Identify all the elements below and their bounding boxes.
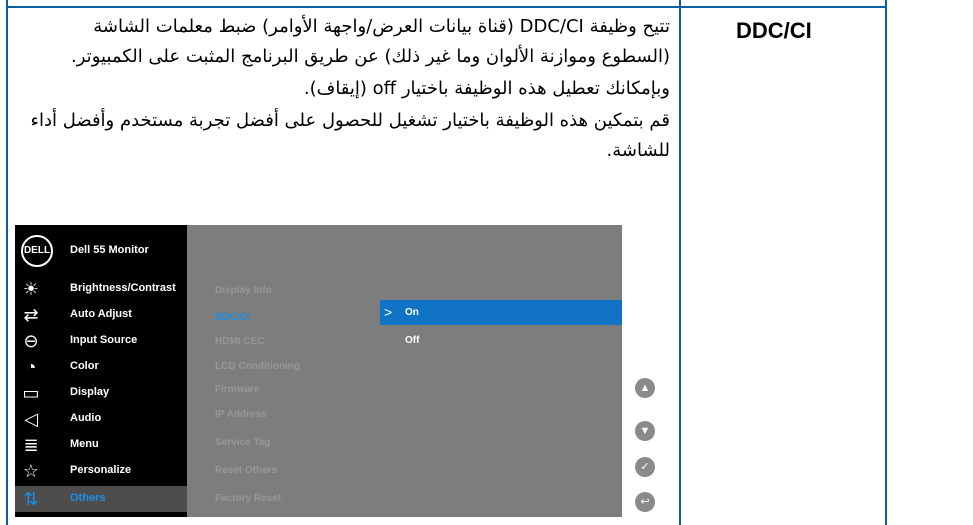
menu-item-brightness-contrast[interactable]: ☀ Brightness/Contrast xyxy=(15,276,187,302)
monitor-model: Dell 55 Monitor xyxy=(70,244,149,256)
menu-item-label: Others xyxy=(70,492,106,504)
submenu-item-reset-others[interactable]: Reset Others xyxy=(215,465,277,476)
menu-item-input-source[interactable]: ⊖ Input Source xyxy=(15,328,187,354)
menu-item-label: Audio xyxy=(70,412,102,424)
menu-item-display[interactable]: ▭ Display xyxy=(15,380,187,406)
menu-item-others[interactable]: ⇅ Others xyxy=(15,486,187,512)
term-label: DDC/CI xyxy=(736,18,812,43)
menu-item-label: Menu xyxy=(70,438,99,450)
menu-item-label: Color xyxy=(70,360,99,372)
menu-item-menu[interactable]: ≣ Menu xyxy=(15,432,187,458)
display-icon: ▭ xyxy=(22,383,40,403)
chevron-up-icon[interactable]: ▲ xyxy=(635,378,655,398)
submenu-item-factory-reset[interactable]: Factory Reset xyxy=(215,493,281,504)
submenu-item-lcd-conditioning[interactable]: LCD Conditioning xyxy=(215,361,300,372)
table-border-middle xyxy=(679,0,681,525)
option-label: Off xyxy=(405,335,420,346)
menu-item-label: Display xyxy=(70,386,110,398)
submenu-item-ddc-ci[interactable]: DDC/CI xyxy=(215,312,249,323)
menu-item-label: Personalize xyxy=(70,464,132,476)
menu-item-color[interactable]: ◔ Color xyxy=(15,354,187,380)
menu-icon: ≣ xyxy=(23,435,39,455)
dell-logo: DELL xyxy=(21,235,53,267)
submenu-item-service-tag[interactable]: Service Tag xyxy=(215,437,270,448)
submenu-item-firmware[interactable]: Firmware xyxy=(215,384,259,395)
osd-menu-screenshot: DELL Dell 55 Monitor ☀ Brightness/Contra… xyxy=(15,225,655,517)
table-border-left xyxy=(6,0,8,525)
table-border-right xyxy=(885,0,887,525)
chevron-right-icon: > xyxy=(384,304,393,320)
menu-item-personalize[interactable]: ☆ Personalize xyxy=(15,458,187,484)
star-icon: ☆ xyxy=(22,461,40,481)
osd-main-menu: DELL Dell 55 Monitor ☀ Brightness/Contra… xyxy=(15,225,187,517)
description-paragraph: قم بتمكين هذه الوظيفة باختيار تشغيل للحص… xyxy=(30,110,671,161)
input-source-icon: ⊖ xyxy=(23,331,39,351)
auto-adjust-icon: ⇄ xyxy=(23,305,39,325)
menu-item-label: Brightness/Contrast xyxy=(70,282,176,294)
description-text: تتيح وظيفة DDC/CI (قناة بيانات العرض/واج… xyxy=(20,12,671,168)
back-icon[interactable]: ↩ xyxy=(635,492,655,512)
menu-item-audio[interactable]: ◁ Audio xyxy=(15,406,187,432)
table-border-top xyxy=(6,6,887,8)
submenu-item-ip-address[interactable]: IP Address xyxy=(215,409,267,420)
menu-item-label: Input Source xyxy=(70,334,138,346)
option-on[interactable]: > On xyxy=(380,300,622,325)
menu-item-auto-adjust[interactable]: ⇄ Auto Adjust xyxy=(15,302,187,328)
description-paragraph: تتيح وظيفة DDC/CI (قناة بيانات العرض/واج… xyxy=(71,16,670,67)
submenu-item-hdmi-cec[interactable]: HDMI CEC xyxy=(215,336,264,347)
check-icon[interactable]: ✓ xyxy=(635,457,655,477)
color-icon: ◔ xyxy=(25,357,37,377)
sun-icon: ☀ xyxy=(22,279,40,299)
chevron-down-icon[interactable]: ▼ xyxy=(635,421,655,441)
description-paragraph: وبإمكانك تعطيل هذه الوظيفة باختيار off (… xyxy=(303,78,670,99)
menu-item-label: Auto Adjust xyxy=(70,308,132,320)
option-off[interactable]: Off xyxy=(380,328,622,353)
speaker-icon: ◁ xyxy=(24,409,38,429)
option-label: On xyxy=(405,307,419,318)
submenu-item-display-info[interactable]: Display Info xyxy=(215,285,272,296)
others-icon: ⇅ xyxy=(23,489,39,509)
